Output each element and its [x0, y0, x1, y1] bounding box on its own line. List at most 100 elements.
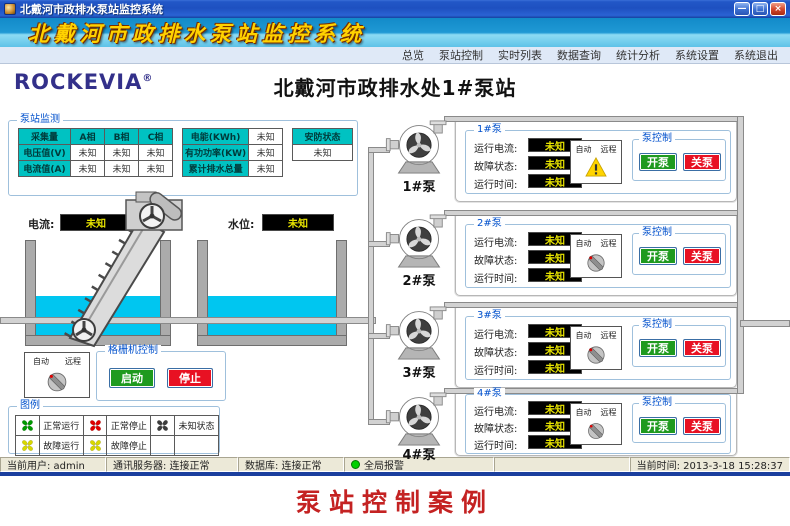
run-current-label: 运行电流:: [474, 330, 518, 341]
run-time-label: 运行时间:: [474, 180, 518, 191]
value-cell: 未知: [70, 160, 105, 177]
menu-data-query[interactable]: 数据查询: [557, 47, 601, 63]
pump-start-button[interactable]: 开泵: [639, 247, 677, 265]
table-row: 累计排水总量 未知: [181, 160, 284, 177]
pump-stop-button[interactable]: 关泵: [683, 417, 721, 435]
menu-realtime-list[interactable]: 实时列表: [498, 47, 542, 63]
screen-stop-button[interactable]: 停止: [167, 368, 213, 388]
pump-control-title: 泵控制: [639, 133, 675, 145]
phase-col-header: B相: [104, 128, 139, 145]
pump-stop-button[interactable]: 关泵: [683, 153, 721, 171]
discharge-manifold-pipe: [737, 116, 744, 394]
menu-overview[interactable]: 总览: [402, 47, 424, 63]
fault-status-label: 故障状态:: [474, 348, 518, 359]
run-time-label: 运行时间:: [474, 274, 518, 285]
mode-remote-label: 远程: [600, 408, 617, 417]
pump-stop-button[interactable]: 关泵: [683, 339, 721, 357]
suction-manifold-pipe: [368, 147, 374, 425]
legend-label: 故障运行: [38, 435, 84, 456]
pump-control-group: 泵控制 开泵 关泵: [632, 397, 726, 443]
pump-group: 3#泵 运行电流: 未知 故障状态: 未知 运行时间: 未知 自动 远程 泵控制…: [465, 310, 731, 380]
pump-control-group: 泵控制 开泵 关泵: [632, 133, 726, 181]
table-row: 有功功率(KW) 未知: [181, 144, 284, 161]
main-content: ROCKEVIA® 北戴河市政排水处1#泵站 泵站监测 采集量 A相 B相 C相…: [0, 64, 790, 463]
pump-name: 4#泵: [402, 448, 436, 463]
water-level-label: 水位:: [228, 218, 255, 231]
value-cell: 未知: [138, 160, 173, 177]
pump-group: 4#泵 运行电流: 未知 故障状态: 未知 运行时间: 未知 自动 远程 泵控制…: [465, 388, 731, 454]
table-row: 电流值(A) 未知 未知 未知: [18, 160, 173, 177]
menu-system-settings[interactable]: 系统设置: [675, 47, 719, 63]
pump-mode-switch[interactable]: 自动 远程: [570, 403, 622, 445]
pump-group-title: 4#泵: [474, 388, 505, 400]
water-level-value-display: 未知: [262, 214, 334, 231]
status-time: 当前时间: 2013-3-18 15:28:37: [630, 457, 790, 472]
row-header: 电压值(V): [18, 144, 71, 161]
mode-remote-label: 远程: [600, 331, 617, 340]
value-cell: 未知: [70, 144, 105, 161]
fan-unknown-icon: [155, 418, 170, 433]
menu-statistics[interactable]: 统计分析: [616, 47, 660, 63]
close-icon[interactable]: ×: [770, 2, 786, 16]
banner-title: 北戴河市政排水泵站监控系统: [28, 21, 366, 46]
legend-label: 故障停止: [106, 435, 152, 456]
value-cell: 未知: [248, 128, 284, 145]
menu-exit[interactable]: 系统退出: [734, 47, 778, 63]
phase-table: 采集量 A相 B相 C相 电压值(V) 未知 未知 未知 电流值(A) 未知 未…: [18, 128, 173, 177]
pump-group-title: 2#泵: [474, 218, 505, 230]
knob-icon: [584, 251, 608, 275]
pump-name: 1#泵: [402, 180, 436, 195]
value-cell: 未知: [138, 144, 173, 161]
maximize-icon[interactable]: □: [752, 2, 768, 16]
pump-mode-switch[interactable]: 自动 远程: [570, 234, 622, 278]
fan-run-icon: [20, 418, 35, 433]
status-comm-server: 通讯服务器: 连接正常: [106, 457, 238, 472]
minimize-icon[interactable]: —: [734, 2, 750, 16]
pump-mode-switch[interactable]: 自动 远程: [570, 140, 622, 184]
pump-control-group: 泵控制 开泵 关泵: [632, 319, 726, 367]
row-header: 累计排水总量: [181, 160, 250, 177]
row-header: 电能(KWh): [181, 128, 250, 145]
legend-title: 图例: [17, 400, 43, 412]
value-cell: 未知: [248, 144, 284, 161]
alarm-indicator-icon: [351, 460, 360, 469]
mode-auto-label: 自动: [575, 408, 592, 417]
pump-graphic: [384, 392, 454, 446]
right-tank: [197, 240, 347, 346]
pump-start-button[interactable]: 开泵: [639, 417, 677, 435]
pump-name: 3#泵: [402, 366, 436, 381]
page: 北戴河市政排水泵站监控系统 — □ × 北戴河市政排水泵站监控系统 总览 泵站控…: [0, 0, 790, 526]
legend-table: 正常运行 正常停止 未知状态 故障运行 故障停止: [15, 415, 219, 456]
pump-graphic: [384, 214, 454, 268]
pump-start-button[interactable]: 开泵: [639, 153, 677, 171]
pump-control-title: 泵控制: [639, 227, 675, 239]
outlet-pipe: [740, 320, 790, 327]
pump-name: 2#泵: [402, 274, 436, 289]
run-time-label: 运行时间:: [474, 366, 518, 377]
energy-table: 电能(KWh) 未知 有功功率(KW) 未知 累计排水总量 未知: [181, 128, 284, 177]
monitor-group-title: 泵站监测: [17, 114, 63, 126]
table-row: 故障运行 故障停止: [15, 435, 219, 456]
pump-group: 2#泵 运行电流: 未知 故障状态: 未知 运行时间: 未知 自动 远程 泵控制…: [465, 218, 731, 288]
legend-group: 图例 正常运行 正常停止 未知状态 故障运行 故障停止: [8, 400, 220, 456]
run-current-label: 运行电流:: [474, 144, 518, 155]
phase-col-header: 采集量: [18, 128, 71, 145]
mode-remote-label: 远程: [600, 239, 617, 248]
status-spacer: [494, 457, 630, 472]
pump1-discharge-pipe: [444, 116, 742, 122]
pump-start-button[interactable]: 开泵: [639, 339, 677, 357]
pump-group-title: 1#泵: [474, 124, 505, 136]
legend-label: 正常停止: [106, 415, 152, 436]
mode-auto-label: 自动: [575, 145, 592, 154]
pump2-discharge-pipe: [444, 210, 742, 216]
menu-pump-control[interactable]: 泵站控制: [439, 47, 483, 63]
knob-icon: [584, 343, 608, 367]
screen-start-button[interactable]: 启动: [109, 368, 155, 388]
pump-mode-switch[interactable]: 自动 远程: [570, 326, 622, 370]
pump-group-title: 3#泵: [474, 310, 505, 322]
mode-auto-label: 自动: [575, 239, 592, 248]
pump-group: 1#泵 运行电流: 未知 故障状态: 未知 运行时间: 未知 自动 远程 泵控制…: [465, 124, 731, 194]
window-title: 北戴河市政排水泵站监控系统: [20, 3, 163, 16]
page-title: 北戴河市政排水处1#泵站: [273, 76, 517, 100]
pump-stop-button[interactable]: 关泵: [683, 247, 721, 265]
